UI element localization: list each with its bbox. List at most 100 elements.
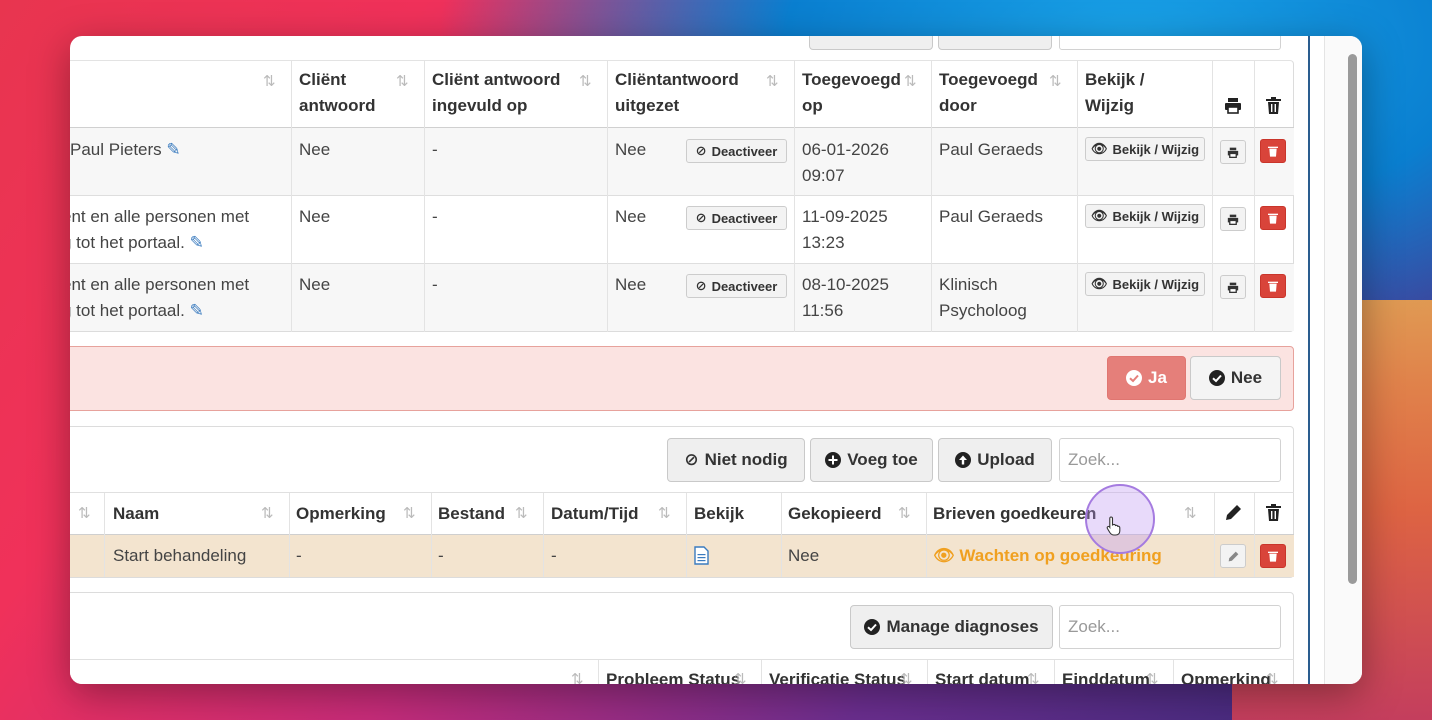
yes-button[interactable]: Ja bbox=[1107, 356, 1186, 400]
header-letters-approve[interactable]: Brieven goedkeuren bbox=[933, 501, 1096, 527]
print-icon bbox=[1225, 98, 1241, 114]
sort-icon[interactable]: ⇅ bbox=[403, 504, 416, 522]
page-content: ⇅ Cliënt antwoord ⇅ Cliënt antwoord inge… bbox=[70, 36, 1310, 684]
cell-client-answer: Nee bbox=[299, 275, 331, 294]
cell-filled-on: - bbox=[432, 275, 438, 294]
sort-icon[interactable]: ⇅ bbox=[396, 72, 409, 90]
table-row: ënt en alle personen met g tot het porta… bbox=[70, 207, 250, 252]
sort-icon[interactable]: ⇅ bbox=[571, 670, 584, 684]
documents-search-input[interactable]: Zoek... bbox=[1059, 438, 1281, 482]
sort-icon[interactable]: ⇅ bbox=[261, 504, 274, 522]
header-added-by[interactable]: Toegevoegd door bbox=[939, 67, 1038, 119]
header-start-date[interactable]: Start datum bbox=[935, 667, 1029, 684]
delete-button[interactable] bbox=[1260, 544, 1286, 568]
sort-icon[interactable]: ⇅ bbox=[78, 504, 91, 522]
cell-name: Start behandeling bbox=[113, 546, 247, 565]
content-right-border bbox=[1308, 36, 1310, 684]
sort-icon[interactable]: ⇅ bbox=[1146, 670, 1159, 684]
add-button[interactable]: Voeg toe bbox=[810, 438, 933, 482]
edit-pencil-icon[interactable]: ✎ bbox=[190, 233, 204, 252]
sort-icon[interactable]: ⇅ bbox=[1184, 504, 1197, 522]
diagnoses-search-input[interactable]: Zoek... bbox=[1059, 605, 1281, 649]
print-button[interactable] bbox=[1220, 207, 1246, 231]
view-edit-button[interactable]: 👁 Bekijk / Wijzig bbox=[1085, 204, 1205, 228]
header-verification-status[interactable]: Verificatie Status bbox=[769, 667, 906, 684]
cell-client-answer: Nee bbox=[299, 140, 331, 159]
document-icon[interactable] bbox=[694, 546, 709, 565]
header-name[interactable]: Naam bbox=[113, 501, 159, 527]
sort-icon[interactable]: ⇅ bbox=[898, 504, 911, 522]
cell-added-on: 08-10-2025 11:56 bbox=[802, 275, 889, 320]
deactivate-button[interactable]: ⊘ Deactiveer bbox=[686, 139, 787, 163]
cell-added-by: Paul Geraeds bbox=[939, 140, 1043, 159]
eye-icon: 👁 bbox=[1090, 141, 1108, 156]
sort-icon[interactable]: ⇅ bbox=[900, 670, 913, 684]
check-circle-icon bbox=[1126, 370, 1143, 386]
print-button[interactable] bbox=[1220, 140, 1246, 164]
check-circle-icon bbox=[864, 619, 881, 635]
sort-icon[interactable]: ⇅ bbox=[515, 504, 528, 522]
sort-icon[interactable]: ⇅ bbox=[766, 72, 779, 90]
delete-button[interactable] bbox=[1260, 139, 1286, 163]
browser-window: ⇅ Cliënt antwoord ⇅ Cliënt antwoord inge… bbox=[70, 36, 1362, 684]
deactivate-button[interactable]: ⊘ Deactiveer bbox=[686, 206, 787, 230]
top-search-input-partial[interactable] bbox=[1059, 36, 1281, 50]
edit-pencil-icon[interactable]: ✎ bbox=[190, 301, 204, 320]
edit-button[interactable] bbox=[1220, 544, 1246, 568]
header-copied[interactable]: Gekopieerd bbox=[788, 501, 882, 527]
cell-added-by: Klinisch Psycholoog bbox=[939, 275, 1027, 320]
header-diag-remark[interactable]: Opmerking bbox=[1181, 667, 1271, 684]
cell-disabled: Nee bbox=[615, 207, 647, 226]
header-problem-status[interactable]: Probleem Status bbox=[606, 667, 740, 684]
pencil-icon bbox=[1228, 551, 1238, 561]
header-remark[interactable]: Opmerking bbox=[296, 501, 386, 527]
sort-icon[interactable]: ⇅ bbox=[579, 72, 592, 90]
manage-diagnoses-button[interactable]: Manage diagnoses bbox=[850, 605, 1053, 649]
cell-added-on: 06-01-2026 09:07 bbox=[802, 140, 889, 185]
ban-icon: ⊘ bbox=[695, 278, 707, 293]
cell-datetime: - bbox=[551, 546, 557, 565]
plus-circle-icon bbox=[825, 452, 842, 468]
print-icon bbox=[1227, 282, 1239, 293]
print-button[interactable] bbox=[1220, 275, 1246, 299]
print-icon bbox=[1227, 214, 1239, 225]
no-button[interactable]: Nee bbox=[1190, 356, 1281, 400]
sort-icon[interactable]: ⇅ bbox=[658, 504, 671, 522]
header-answer-filled-on[interactable]: Cliënt antwoord ingevuld op bbox=[432, 67, 560, 119]
header-view: Bekijk bbox=[694, 504, 745, 523]
header-end-date[interactable]: Einddatum bbox=[1062, 667, 1150, 684]
cell-added-by: Paul Geraeds bbox=[939, 207, 1043, 226]
edit-pencil-icon[interactable]: ✎ bbox=[166, 140, 180, 159]
header-client-answer[interactable]: Cliënt antwoord bbox=[299, 67, 376, 119]
header-added-on[interactable]: Toegevoegd op bbox=[802, 67, 901, 119]
ban-icon: ⊘ bbox=[695, 210, 707, 225]
header-file[interactable]: Bestand bbox=[438, 501, 505, 527]
eye-icon: 👁 bbox=[1090, 208, 1108, 223]
table-row: Paul Pieters ✎ bbox=[70, 140, 181, 159]
header-datetime[interactable]: Datum/Tijd bbox=[551, 501, 639, 527]
delete-button[interactable] bbox=[1260, 274, 1286, 298]
cell-file: - bbox=[438, 546, 444, 565]
cell-disabled: Nee bbox=[615, 140, 647, 159]
top-add-button-partial[interactable] bbox=[809, 36, 933, 50]
trash-icon bbox=[1268, 146, 1278, 157]
eye-icon: 👁 bbox=[933, 546, 955, 565]
sort-icon[interactable]: ⇅ bbox=[1049, 72, 1062, 90]
sort-icon[interactable]: ⇅ bbox=[1027, 670, 1040, 684]
view-edit-button[interactable]: 👁 Bekijk / Wijzig bbox=[1085, 272, 1205, 296]
deactivate-button[interactable]: ⊘ Deactiveer bbox=[686, 274, 787, 298]
cell-remark: - bbox=[296, 546, 302, 565]
cell-client-answer: Nee bbox=[299, 207, 331, 226]
upload-button[interactable]: Upload bbox=[938, 438, 1052, 482]
sort-icon[interactable]: ⇅ bbox=[904, 72, 917, 90]
delete-button[interactable] bbox=[1260, 206, 1286, 230]
not-needed-button[interactable]: ⊘ Niet nodig bbox=[667, 438, 805, 482]
sort-icon[interactable]: ⇅ bbox=[1266, 670, 1279, 684]
view-edit-button[interactable]: 👁 Bekijk / Wijzig bbox=[1085, 137, 1205, 161]
scrollbar-thumb[interactable] bbox=[1348, 54, 1357, 584]
top-upload-button-partial[interactable] bbox=[938, 36, 1052, 50]
header-answer-disabled[interactable]: Cliëntantwoord uitgezet bbox=[615, 67, 739, 119]
sort-icon[interactable]: ⇅ bbox=[734, 670, 747, 684]
sort-icon[interactable]: ⇅ bbox=[263, 72, 276, 90]
cell-filled-on: - bbox=[432, 140, 438, 159]
